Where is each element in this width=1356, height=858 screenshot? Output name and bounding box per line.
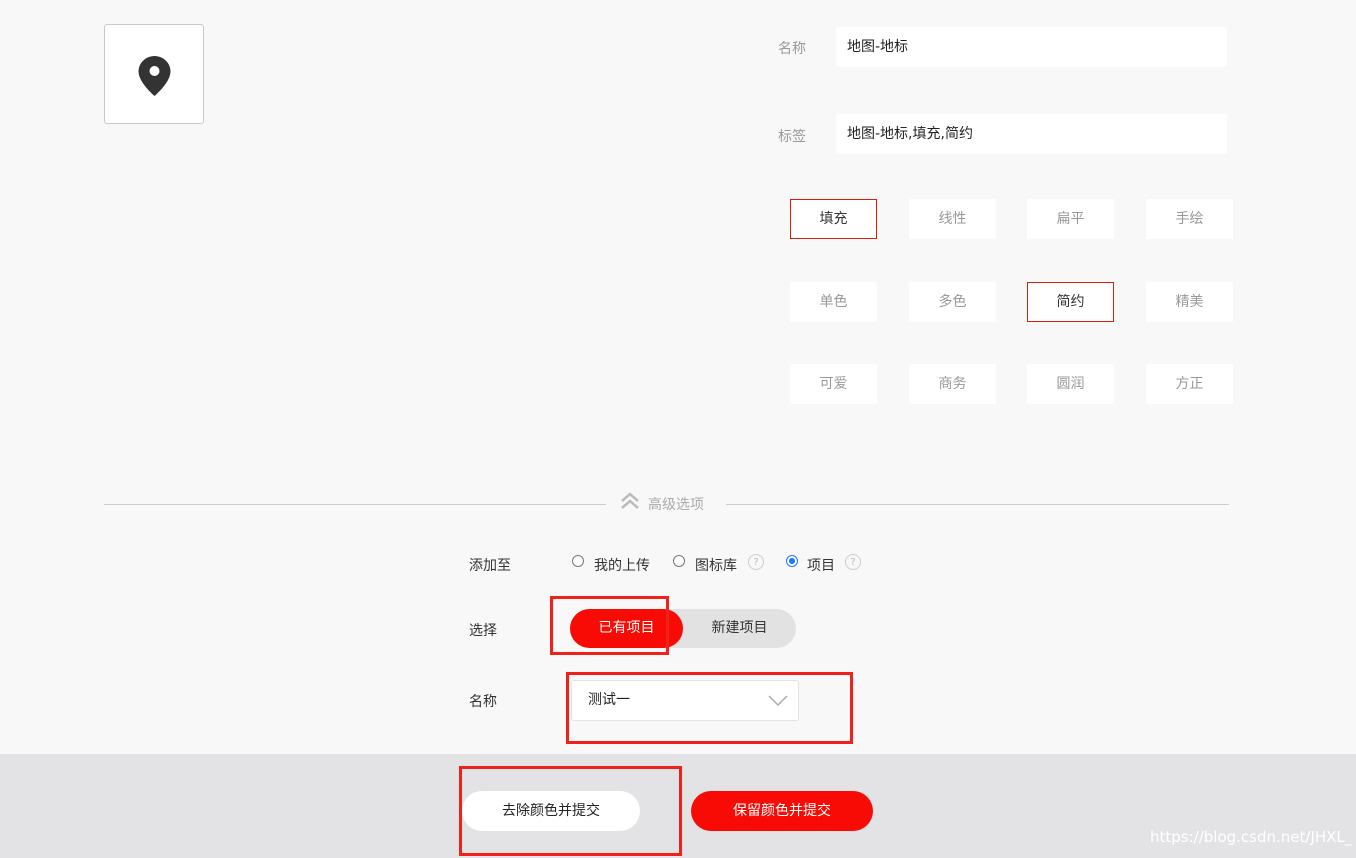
project-name-value: 测试一: [588, 692, 630, 708]
advanced-options-label: 高级选项: [648, 497, 704, 513]
keep-color-submit-button[interactable]: 保留颜色并提交: [691, 791, 873, 831]
new-project-button[interactable]: 新建项目: [683, 609, 796, 648]
style-tag-handdrawn[interactable]: 手绘: [1146, 199, 1233, 239]
remove-color-submit-button[interactable]: 去除颜色并提交: [462, 791, 640, 831]
project-name-label: 名称: [469, 694, 497, 710]
style-tag-linear[interactable]: 线性: [909, 199, 996, 239]
help-icon[interactable]: ?: [845, 554, 861, 570]
watermark: https://blog.csdn.net/JHXL_: [1150, 828, 1353, 846]
name-input[interactable]: 地图-地标: [836, 27, 1227, 67]
style-tag-square[interactable]: 方正: [1146, 364, 1233, 404]
style-tag-mono[interactable]: 单色: [790, 282, 877, 322]
radio-my-uploads-label[interactable]: 我的上传: [594, 555, 650, 575]
style-tag-business[interactable]: 商务: [909, 364, 996, 404]
style-tag-flat[interactable]: 扁平: [1027, 199, 1114, 239]
radio-icon-library-label[interactable]: 图标库: [695, 555, 737, 575]
tags-input[interactable]: 地图-地标,填充,简约: [836, 114, 1227, 154]
radio-icon-library[interactable]: [673, 555, 685, 567]
style-tag-multicolor[interactable]: 多色: [909, 282, 996, 322]
divider-left: [104, 504, 606, 505]
project-name-select[interactable]: 测试一: [571, 680, 799, 721]
advanced-options-toggle[interactable]: 高级选项: [620, 492, 704, 516]
name-label: 名称: [778, 41, 806, 57]
existing-project-button[interactable]: 已有项目: [570, 609, 683, 648]
style-tag-minimal[interactable]: 简约: [1027, 282, 1114, 322]
style-tag-cute[interactable]: 可爱: [790, 364, 877, 404]
style-tag-fill[interactable]: 填充: [790, 199, 877, 239]
style-tag-exquisite[interactable]: 精美: [1146, 282, 1233, 322]
radio-my-uploads[interactable]: [572, 555, 584, 567]
select-label: 选择: [469, 623, 497, 639]
divider-right: [726, 504, 1229, 505]
radio-project[interactable]: [786, 555, 798, 567]
radio-project-label[interactable]: 项目: [807, 555, 835, 575]
double-chevron-up-icon: [620, 492, 640, 518]
tags-label: 标签: [778, 129, 806, 145]
map-pin-icon: [138, 56, 171, 96]
chevron-down-icon: [768, 695, 788, 707]
icon-preview: [104, 24, 204, 124]
style-tag-rounded[interactable]: 圆润: [1027, 364, 1114, 404]
add-to-label: 添加至: [469, 558, 511, 574]
help-icon[interactable]: ?: [748, 554, 764, 570]
